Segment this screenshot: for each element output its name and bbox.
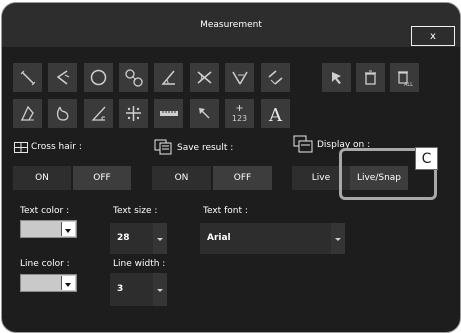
angle-tool-button[interactable]	[154, 63, 183, 92]
title-bar: Measurement x	[2, 3, 460, 47]
delete-all-icon: ALL	[398, 71, 413, 88]
delete-button[interactable]	[356, 63, 385, 92]
text-size-label: Text size :	[113, 206, 158, 216]
circle-to-circle-tool-button[interactable]	[119, 63, 148, 92]
circle-tool-button[interactable]	[84, 63, 113, 92]
text-color-swatch[interactable]	[20, 220, 77, 238]
counter-label: 123	[232, 114, 247, 123]
display-on-icon	[293, 135, 313, 153]
text-size-select[interactable]: 28	[110, 223, 167, 254]
text-font-value: Arial	[207, 233, 231, 243]
cross-hair-on-button[interactable]: ON	[13, 166, 71, 190]
freehand-tool-button[interactable]	[48, 99, 77, 128]
delete-all-button[interactable]: ALL	[390, 63, 419, 92]
chevron-down-icon	[61, 222, 75, 236]
dialog-title: Measurement	[200, 20, 262, 30]
chevron-down-icon	[61, 276, 75, 290]
polygon-tool-button[interactable]	[13, 99, 42, 128]
point-distance-tool-button[interactable]	[119, 99, 148, 128]
line-tool-button[interactable]	[13, 63, 42, 92]
freehand-icon	[56, 106, 69, 121]
chevron-down-icon	[331, 223, 345, 254]
line-icon	[20, 70, 36, 86]
right-angle-icon	[91, 106, 106, 121]
save-result-on-button[interactable]: ON	[152, 166, 211, 190]
text-size-value: 28	[117, 233, 130, 243]
angle-line-icon	[56, 70, 70, 85]
line-color-label: Line color :	[20, 259, 70, 269]
cross-hair-icon	[14, 142, 28, 153]
polygon-icon	[20, 105, 34, 121]
text-icon: A	[268, 105, 283, 126]
four-point-angle-tool-button[interactable]	[225, 63, 254, 92]
line-width-label: Line width :	[113, 259, 166, 269]
arrow-icon	[199, 108, 210, 119]
pointer-icon	[332, 72, 341, 84]
save-result-label: Save result :	[177, 143, 234, 153]
text-tool-button[interactable]: A	[261, 99, 290, 128]
right-angle-tool-button[interactable]	[84, 99, 113, 128]
point-distance-icon	[126, 106, 141, 121]
angle-line-tool-button[interactable]	[48, 63, 77, 92]
ruler-icon	[160, 111, 178, 116]
save-result-off-button[interactable]: OFF	[213, 166, 272, 190]
circle-icon	[90, 69, 107, 86]
four-point-angle-icon	[232, 71, 248, 85]
text-tool-label: A	[268, 105, 283, 126]
chevron-down-icon	[153, 223, 167, 254]
line-width-value: 3	[117, 284, 124, 294]
counter-tool-button[interactable]: 123	[225, 99, 254, 128]
arrow-tool-button[interactable]	[190, 99, 219, 128]
save-result-icon	[154, 139, 172, 155]
text-font-label: Text font :	[203, 206, 248, 216]
close-button[interactable]: x	[411, 26, 455, 46]
angle-icon	[161, 70, 175, 85]
circle-to-circle-icon	[125, 69, 143, 87]
line-width-select[interactable]: 3	[110, 273, 167, 306]
delete-all-label: ALL	[404, 82, 413, 88]
parallel-icon	[268, 70, 283, 85]
counter-icon: 123	[232, 105, 247, 123]
cross-hair-off-button[interactable]: OFF	[73, 166, 131, 190]
ruler-tool-button[interactable]	[154, 99, 183, 128]
callout-label: C	[415, 147, 438, 170]
pointer-tool-button[interactable]	[322, 63, 351, 92]
chevron-down-icon	[153, 273, 167, 306]
delete-icon	[365, 70, 376, 85]
cross-hair-label: Cross hair :	[31, 142, 82, 152]
line-color-swatch[interactable]	[20, 274, 77, 292]
cross-angle-tool-button[interactable]	[190, 63, 219, 92]
text-color-label: Text color :	[20, 206, 70, 216]
text-font-select[interactable]: Arial	[200, 223, 345, 254]
cross-angle-icon	[197, 71, 212, 84]
parallel-tool-button[interactable]	[261, 63, 290, 92]
